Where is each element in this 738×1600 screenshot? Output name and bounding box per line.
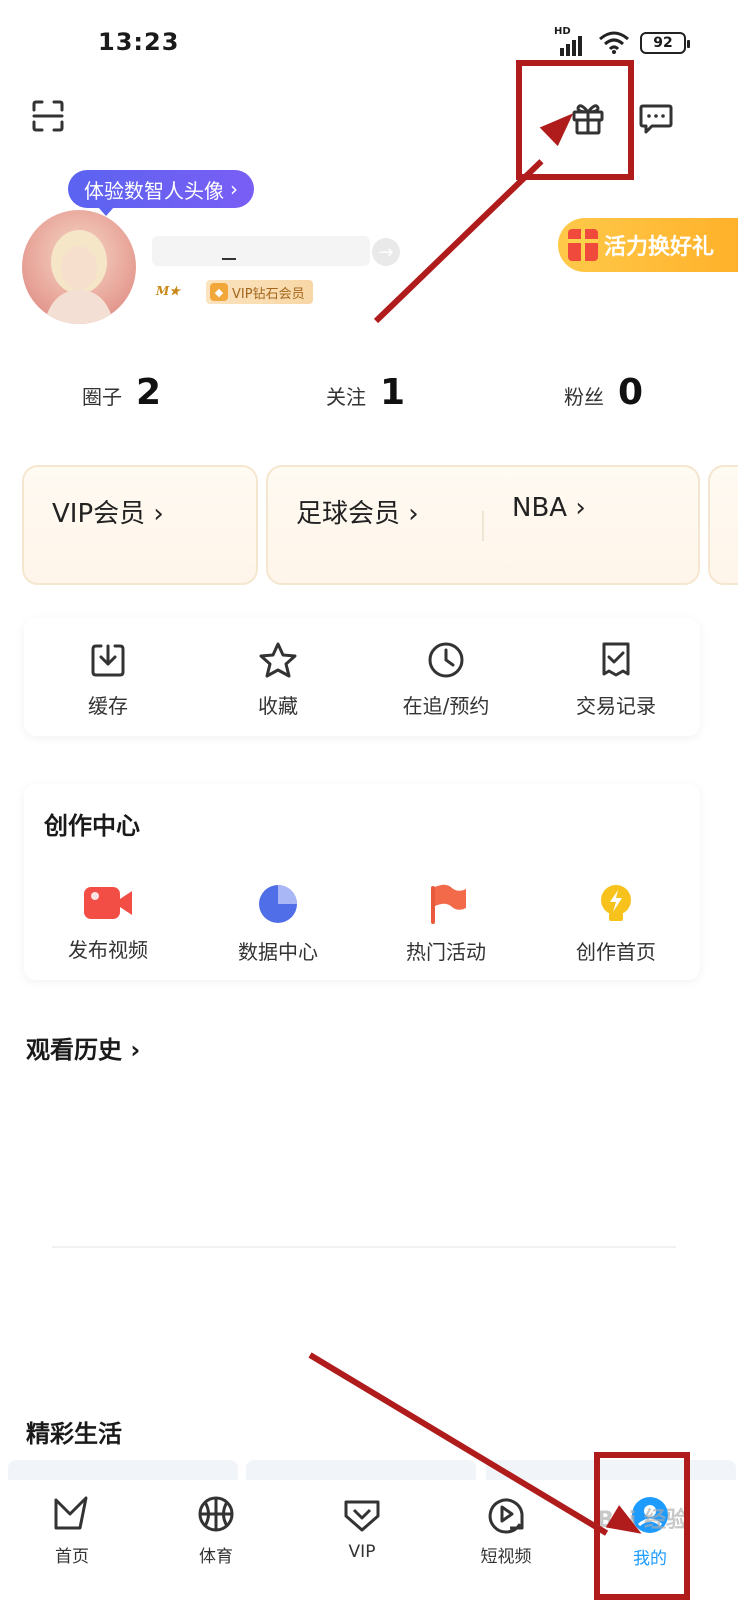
wifi-icon [599,31,629,54]
football-member-link[interactable]: 足球会员 › [296,493,419,530]
basketball-icon [198,1496,234,1532]
tab-vip[interactable]: VIP [312,1494,412,1562]
sports-member-card[interactable]: 足球会员 › NBA › [266,465,700,585]
promo-banner[interactable]: 活力换好礼 [558,218,738,272]
profile-arrow-icon[interactable]: → [372,238,400,266]
vip-badge[interactable]: ◆ VIP钻石会员 [206,280,313,304]
action-publish-video[interactable]: 发布视频 [38,882,178,963]
chevron-right-icon: › [230,177,238,201]
divider [52,1246,676,1248]
watch-history-link[interactable]: 观看历史 › [26,1030,140,1065]
receipt-icon [602,642,630,677]
action-creator-home[interactable]: 创作首页 [546,882,686,965]
stat-fans[interactable]: 粉丝 0 [564,372,643,413]
tab-sports[interactable]: 体育 [166,1494,266,1567]
stat-following[interactable]: 关注 1 [326,372,405,413]
play-icon [488,1498,524,1534]
clock-icon [428,642,464,678]
action-transactions[interactable]: 交易记录 [546,640,686,719]
life-section-title: 精彩生活 [26,1420,122,1448]
card-divider [482,511,484,541]
action-hot-events[interactable]: 热门活动 [376,882,516,965]
red-gift-icon [568,229,598,261]
status-icons: HD 92 [554,26,690,56]
home-icon [54,1496,88,1530]
avatar[interactable] [22,210,136,324]
lightbulb-icon [601,885,631,921]
chevron-right-icon: › [575,493,586,523]
star-icon [259,642,297,678]
vip-icon [344,1500,380,1532]
action-follow-reserve[interactable]: 在追/预约 [376,640,516,719]
download-icon [91,644,125,677]
flag-icon [431,884,466,924]
next-member-card[interactable] [708,465,738,585]
status-time: 13:23 [98,28,180,56]
username-field [152,236,370,266]
chevron-right-icon: › [153,499,164,529]
vip-member-card[interactable]: VIP会员 › [22,465,258,585]
message-icon[interactable] [636,98,676,138]
nba-link[interactable]: NBA › [512,493,586,523]
creation-center-title: 创作中心 [44,812,140,840]
action-data-center[interactable]: 数据中心 [208,882,348,965]
quick-actions-panel: 缓存 收藏 在追/预约 交易记录 [24,618,700,736]
scan-icon[interactable] [28,96,68,136]
pie-chart-icon [259,885,297,923]
diamond-icon: ◆ [210,283,228,301]
battery-indicator: 92 [640,32,690,54]
chevron-right-icon: › [130,1036,141,1064]
creation-center-panel: 创作中心 发布视频 数据中心 热门活动 创作首页 [24,784,700,980]
signal-icon: HD [554,26,588,56]
video-camera-icon [84,887,132,919]
chevron-right-icon: › [408,499,419,529]
tab-home[interactable]: 首页 [22,1494,122,1567]
member-level-logo: M★ [156,284,181,298]
stat-circle[interactable]: 圈子 2 [82,372,161,413]
annotation-arrow-line [373,159,544,324]
digital-avatar-bubble[interactable]: 体验数智人头像 › [68,170,254,216]
action-cache[interactable]: 缓存 [38,640,178,719]
username-dash [222,258,236,260]
action-favorites[interactable]: 收藏 [208,640,348,719]
tab-short-video[interactable]: 短视频 [456,1494,556,1567]
